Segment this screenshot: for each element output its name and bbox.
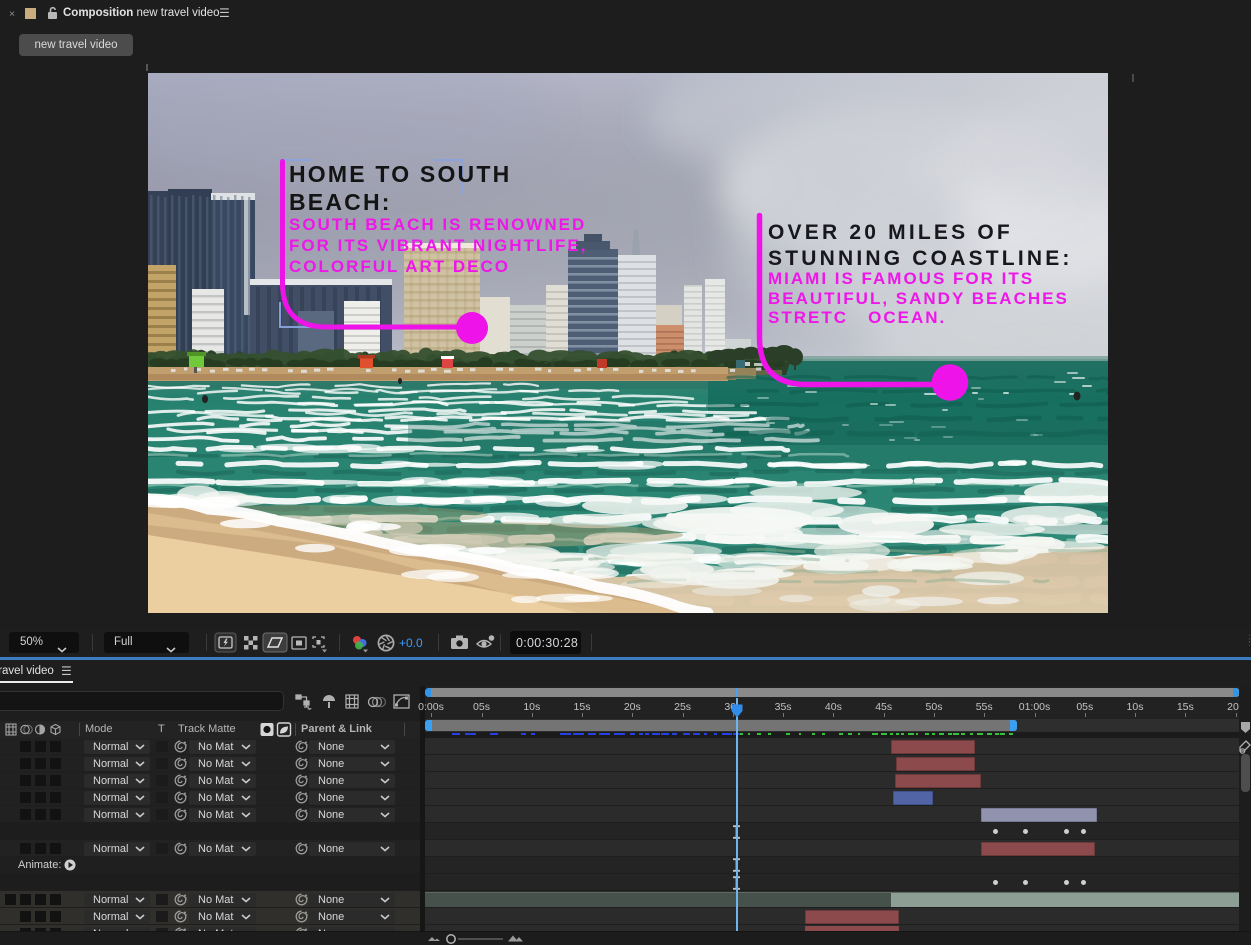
- svg-text:+0.0: +0.0: [399, 636, 423, 650]
